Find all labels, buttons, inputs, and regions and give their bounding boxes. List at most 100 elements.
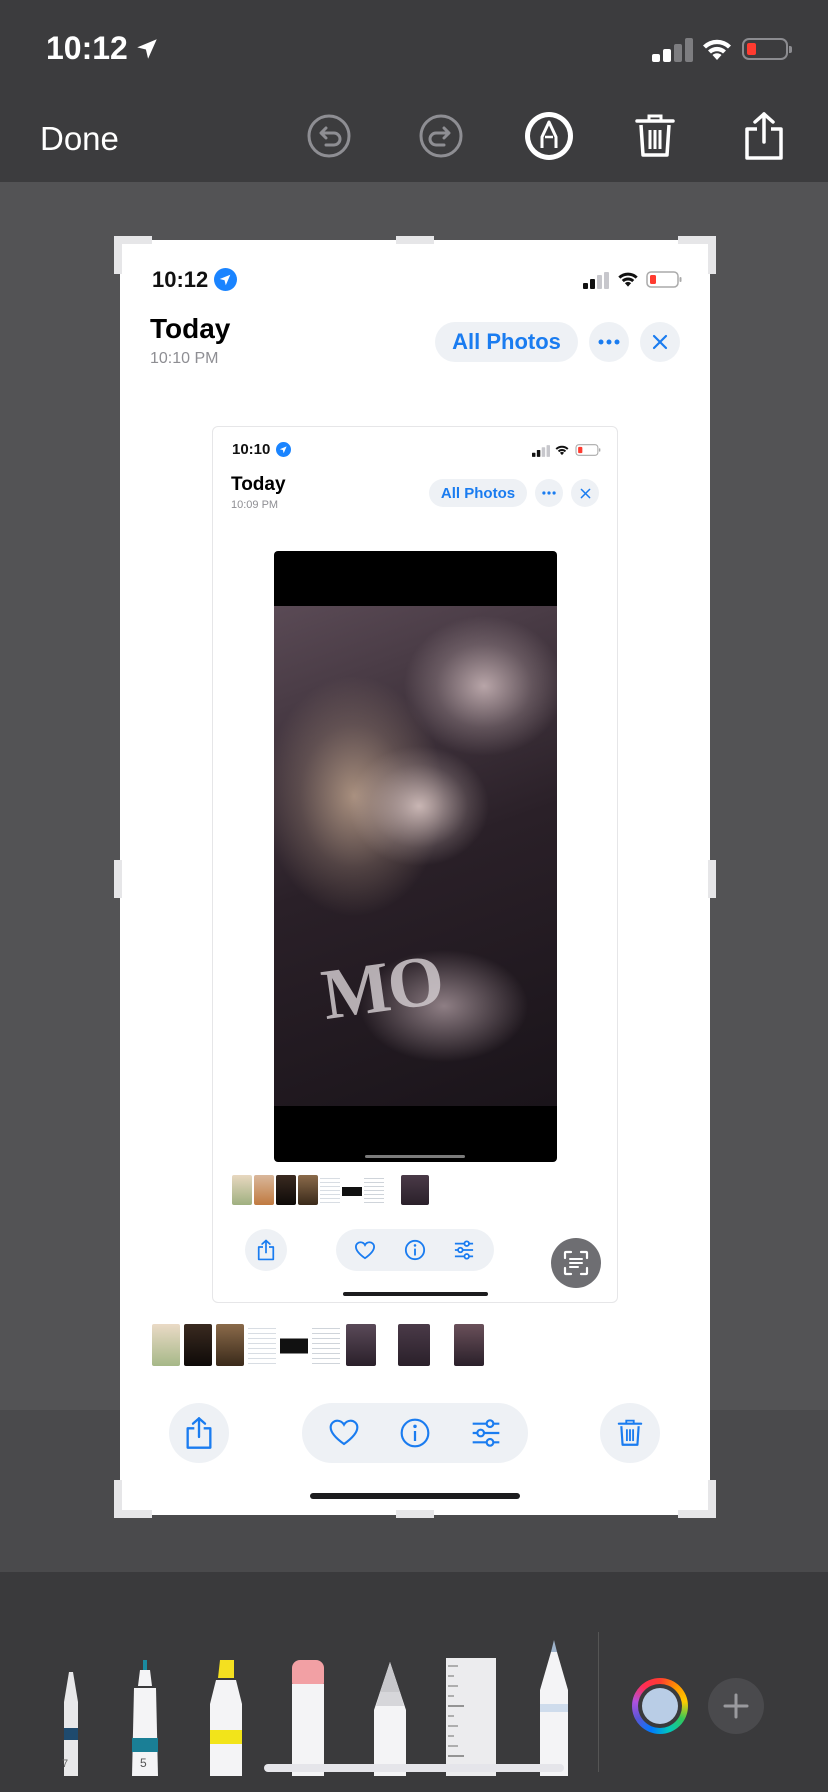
close-icon bbox=[652, 334, 668, 350]
selected-color-swatch bbox=[642, 1688, 678, 1724]
all-photos-button: All Photos bbox=[435, 322, 578, 362]
nested-close-button bbox=[571, 479, 599, 507]
pencil-tool[interactable] bbox=[538, 1640, 570, 1776]
ellipsis-icon bbox=[598, 339, 620, 345]
battery-icon bbox=[742, 38, 792, 60]
thumbnail bbox=[232, 1175, 252, 1205]
ruler-tool[interactable] bbox=[444, 1656, 498, 1776]
redo-button[interactable] bbox=[415, 110, 467, 162]
delete-button[interactable] bbox=[629, 110, 681, 162]
ellipsis-icon bbox=[542, 491, 556, 495]
screenshot-share-button bbox=[169, 1403, 229, 1463]
crop-handle-bottom[interactable] bbox=[396, 1510, 434, 1518]
nested-status-time: 10:10 bbox=[232, 441, 271, 458]
thumbnail bbox=[254, 1175, 274, 1205]
thumbnail bbox=[280, 1324, 308, 1366]
live-text-button[interactable] bbox=[551, 1238, 601, 1288]
markup-pen-icon bbox=[525, 112, 573, 160]
thumbnail bbox=[398, 1324, 430, 1366]
close-icon bbox=[580, 488, 590, 498]
nested-home-indicator bbox=[343, 1292, 488, 1296]
screenshot-title: Today bbox=[150, 313, 231, 344]
undo-button[interactable] bbox=[303, 110, 355, 162]
photo-shirt-text: MO bbox=[316, 939, 447, 1035]
color-picker-button[interactable] bbox=[632, 1678, 688, 1734]
thumbnail bbox=[184, 1324, 212, 1366]
close-button bbox=[640, 322, 680, 362]
screenshot-status-time: 10:12 bbox=[152, 267, 209, 292]
cellular-signal-icon bbox=[532, 445, 550, 457]
nested-all-photos-button: All Photos bbox=[429, 479, 527, 507]
thumbnail bbox=[454, 1324, 484, 1366]
screenshot-delete-button bbox=[600, 1403, 660, 1463]
trash-icon bbox=[617, 1419, 643, 1446]
redo-icon bbox=[419, 114, 463, 158]
thumbnail bbox=[248, 1324, 276, 1366]
info-icon bbox=[404, 1239, 426, 1261]
wifi-icon bbox=[618, 272, 638, 287]
pen-width-label: 7 bbox=[62, 1758, 69, 1770]
undo-icon bbox=[307, 114, 351, 158]
thumbnail bbox=[298, 1175, 318, 1205]
location-arrow-icon bbox=[137, 39, 157, 59]
nested-more-button bbox=[535, 479, 563, 507]
wifi-icon bbox=[555, 445, 569, 456]
nested-subtitle: 10:09 PM bbox=[231, 499, 279, 511]
nested-share-button bbox=[245, 1229, 287, 1271]
more-button bbox=[589, 322, 629, 362]
thumbnail bbox=[216, 1324, 244, 1366]
location-arrow-icon bbox=[214, 268, 237, 291]
thumbnail bbox=[401, 1175, 429, 1205]
status-time: 10:12 bbox=[46, 30, 128, 66]
markup-pen-button[interactable] bbox=[523, 110, 575, 162]
lasso-tool[interactable] bbox=[370, 1662, 410, 1776]
plus-icon bbox=[723, 1693, 749, 1719]
monoline-tool[interactable]: 5 bbox=[126, 1660, 164, 1776]
battery-icon bbox=[575, 444, 601, 456]
add-markup-button[interactable] bbox=[708, 1678, 764, 1734]
nested-title: Today bbox=[231, 474, 286, 495]
crop-handle-right[interactable] bbox=[708, 860, 716, 898]
thumbnail bbox=[152, 1324, 180, 1366]
done-button[interactable]: Done bbox=[40, 120, 119, 158]
thumbnail bbox=[312, 1324, 340, 1366]
thumbnail bbox=[276, 1175, 296, 1205]
tray-divider bbox=[598, 1632, 599, 1772]
trash-icon bbox=[635, 114, 675, 157]
live-text-icon bbox=[563, 1250, 589, 1276]
favorite-heart-icon bbox=[329, 1419, 359, 1446]
adjust-sliders-icon bbox=[472, 1419, 500, 1447]
highlighter-tool[interactable] bbox=[208, 1660, 244, 1776]
info-icon bbox=[400, 1418, 430, 1448]
screenshot-subtitle: 10:10 PM bbox=[150, 350, 219, 367]
home-indicator bbox=[264, 1764, 564, 1772]
crop-handle-top-right[interactable] bbox=[708, 236, 716, 274]
cellular-signal-icon bbox=[583, 272, 609, 289]
crop-handle-top-left[interactable] bbox=[114, 236, 122, 274]
photo-image: MO bbox=[274, 551, 557, 1162]
markup-tools-tray bbox=[0, 1572, 828, 1792]
pen-tool[interactable]: 7 bbox=[62, 1672, 80, 1776]
crop-handle-bottom-right[interactable] bbox=[708, 1480, 716, 1518]
share-icon bbox=[257, 1239, 275, 1261]
pen-width-label: 5 bbox=[140, 1756, 147, 1770]
eraser-tool[interactable] bbox=[290, 1660, 326, 1776]
thumbnail bbox=[320, 1175, 340, 1205]
crop-handle-top[interactable] bbox=[396, 236, 434, 244]
crop-handle-left[interactable] bbox=[114, 860, 122, 898]
battery-icon bbox=[646, 271, 682, 288]
thumbnail bbox=[364, 1175, 384, 1205]
wifi-icon bbox=[703, 39, 731, 60]
adjust-sliders-icon bbox=[454, 1240, 474, 1260]
share-icon bbox=[745, 112, 783, 160]
location-arrow-icon bbox=[276, 442, 291, 457]
cellular-signal-icon bbox=[652, 38, 693, 62]
thumbnail bbox=[342, 1175, 362, 1205]
favorite-heart-icon bbox=[354, 1241, 376, 1260]
share-icon bbox=[186, 1417, 212, 1449]
crop-handle-bottom-left[interactable] bbox=[114, 1510, 152, 1518]
markup-top-bar bbox=[0, 0, 828, 182]
share-button[interactable] bbox=[738, 110, 790, 162]
thumbnail bbox=[346, 1324, 376, 1366]
screenshot-home-indicator bbox=[310, 1493, 520, 1499]
